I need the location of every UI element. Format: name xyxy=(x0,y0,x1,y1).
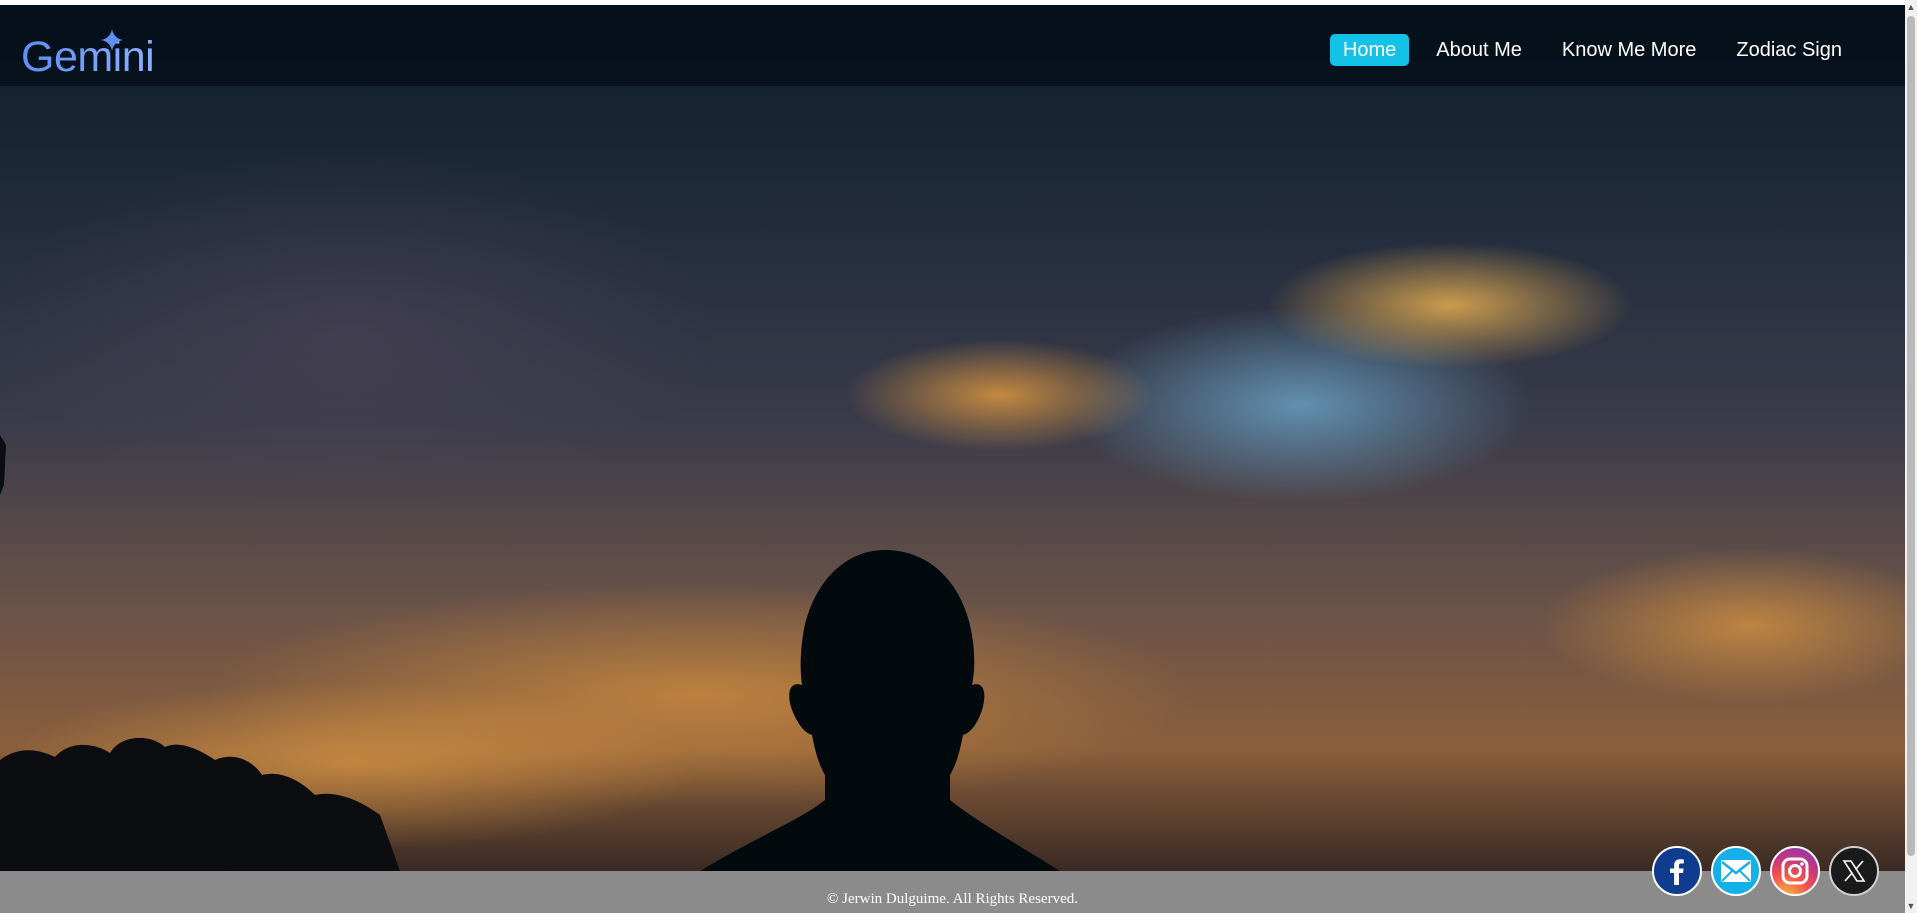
page-scrollbar[interactable]: ▲ ▼ xyxy=(1905,0,1917,913)
top-navbar: Gemini Home About Me Know Me More Zodiac… xyxy=(0,5,1905,86)
tree-silhouette xyxy=(0,737,400,871)
brand-logo[interactable]: Gemini xyxy=(21,29,155,85)
scroll-thumb[interactable] xyxy=(1907,16,1915,856)
instagram-icon xyxy=(1781,857,1809,885)
instagram-button[interactable] xyxy=(1770,846,1820,896)
scroll-up-arrow-icon[interactable]: ▲ xyxy=(1905,0,1917,14)
person-silhouette xyxy=(700,550,1060,871)
scroll-down-arrow-icon[interactable]: ▼ xyxy=(1905,899,1917,913)
silhouette-illustration xyxy=(0,435,1060,871)
facebook-button[interactable] xyxy=(1652,846,1702,896)
main-nav: Home About Me Know Me More Zodiac Sign xyxy=(1329,34,1855,66)
x-button[interactable] xyxy=(1829,846,1879,896)
hero-background xyxy=(0,5,1905,871)
mail-icon xyxy=(1721,860,1751,882)
nav-know-me-more[interactable]: Know Me More xyxy=(1549,34,1710,66)
sparkle-icon xyxy=(101,29,123,51)
x-icon xyxy=(1842,860,1866,882)
page-footer: © Jerwin Dulguime. All Rights Reserved. xyxy=(0,871,1905,913)
facebook-icon xyxy=(1670,859,1684,885)
nav-zodiac-sign[interactable]: Zodiac Sign xyxy=(1723,34,1855,66)
copyright-text: © Jerwin Dulguime. All Rights Reserved. xyxy=(827,891,1078,907)
nav-home[interactable]: Home xyxy=(1329,34,1410,66)
email-button[interactable] xyxy=(1711,846,1761,896)
social-links xyxy=(1652,846,1879,896)
nav-about-me[interactable]: About Me xyxy=(1423,34,1535,66)
